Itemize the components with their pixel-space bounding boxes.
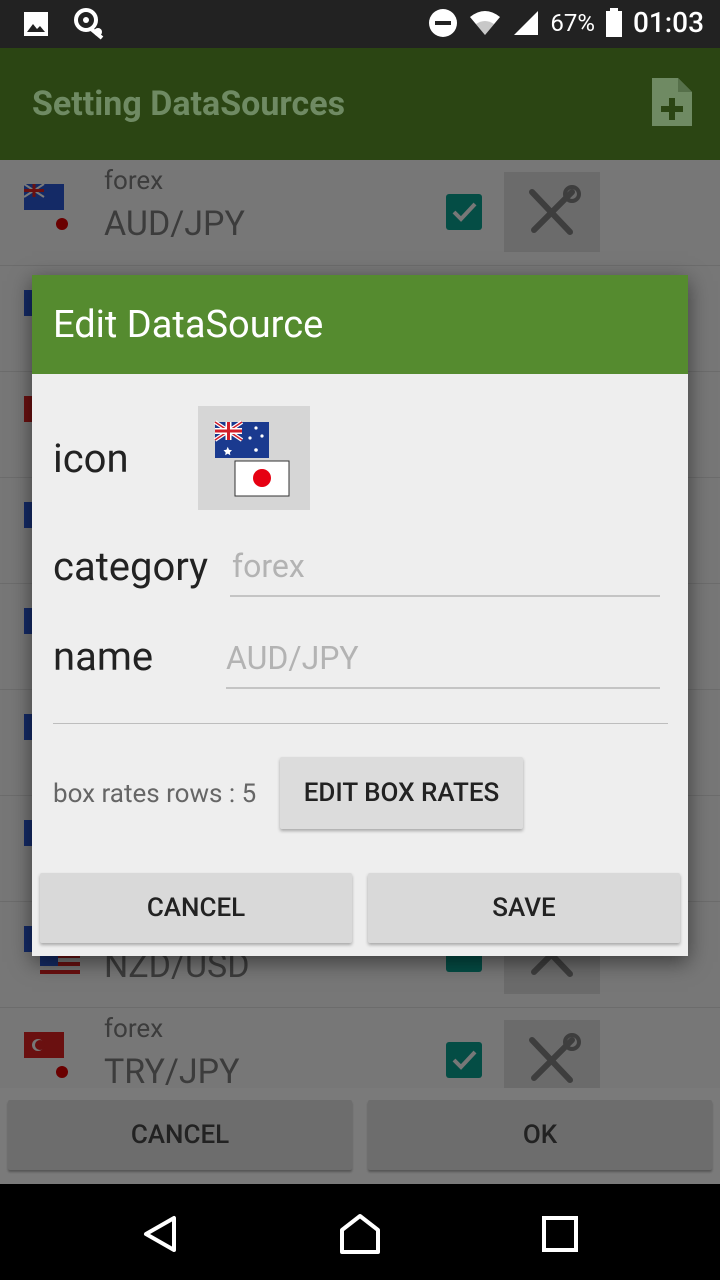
try-jpy-flag-icon: [24, 1032, 82, 1084]
list-item[interactable]: forex AUD/JPY: [0, 160, 720, 266]
icon-picker-button[interactable]: [198, 406, 310, 510]
configure-button[interactable]: [504, 172, 600, 252]
box-rates-count: box rates rows : 5: [53, 779, 257, 809]
bottom-action-bar: CANCEL OK: [0, 1088, 720, 1184]
add-document-icon[interactable]: [650, 76, 694, 128]
aud-jpy-flag-icon: [24, 184, 82, 236]
icon-label: icon: [53, 435, 129, 482]
wifi-icon: [470, 10, 501, 35]
dialog-header: Edit DataSource: [32, 275, 688, 374]
image-icon: [24, 12, 48, 36]
enabled-checkbox[interactable]: [446, 1042, 482, 1078]
clock: 01:03: [632, 6, 704, 39]
page-title: Setting DataSources: [32, 84, 346, 124]
edit-datasource-dialog: Edit DataSource icon category forex name…: [32, 275, 688, 956]
name-label: name: [53, 633, 154, 680]
edit-box-rates-button[interactable]: EDIT BOX RATES: [280, 757, 523, 829]
enabled-checkbox[interactable]: [446, 194, 482, 230]
tools-icon: [529, 185, 581, 235]
sync-icon: [74, 8, 104, 40]
dialog-title: Edit DataSource: [53, 303, 324, 347]
battery-percent: 67%: [550, 8, 595, 37]
list-item-category: forex: [104, 166, 164, 196]
aud-jpy-flag-icon: [213, 420, 290, 497]
app-bar: Setting DataSources: [0, 48, 720, 160]
signal-icon: [514, 10, 539, 35]
dialog-save-button[interactable]: SAVE: [368, 873, 680, 943]
list-item-name: AUD/JPY: [104, 204, 245, 244]
dnd-icon: [429, 8, 458, 37]
list-item-name: TRY/JPY: [104, 1052, 240, 1092]
cancel-button[interactable]: CANCEL: [8, 1100, 352, 1170]
status-bar: 67% 01:03: [0, 0, 720, 48]
dialog-cancel-button[interactable]: CANCEL: [40, 873, 352, 943]
home-icon[interactable]: [338, 1212, 382, 1256]
list-item-category: forex: [104, 1014, 164, 1044]
category-field[interactable]: forex: [230, 547, 660, 597]
name-field[interactable]: AUD/JPY: [226, 639, 660, 689]
divider: [53, 723, 668, 724]
ok-button[interactable]: OK: [368, 1100, 712, 1170]
back-icon[interactable]: [140, 1214, 180, 1254]
navigation-bar: [0, 1184, 720, 1280]
recents-icon[interactable]: [542, 1216, 578, 1252]
category-label: category: [53, 543, 209, 590]
battery-icon: [605, 7, 622, 37]
